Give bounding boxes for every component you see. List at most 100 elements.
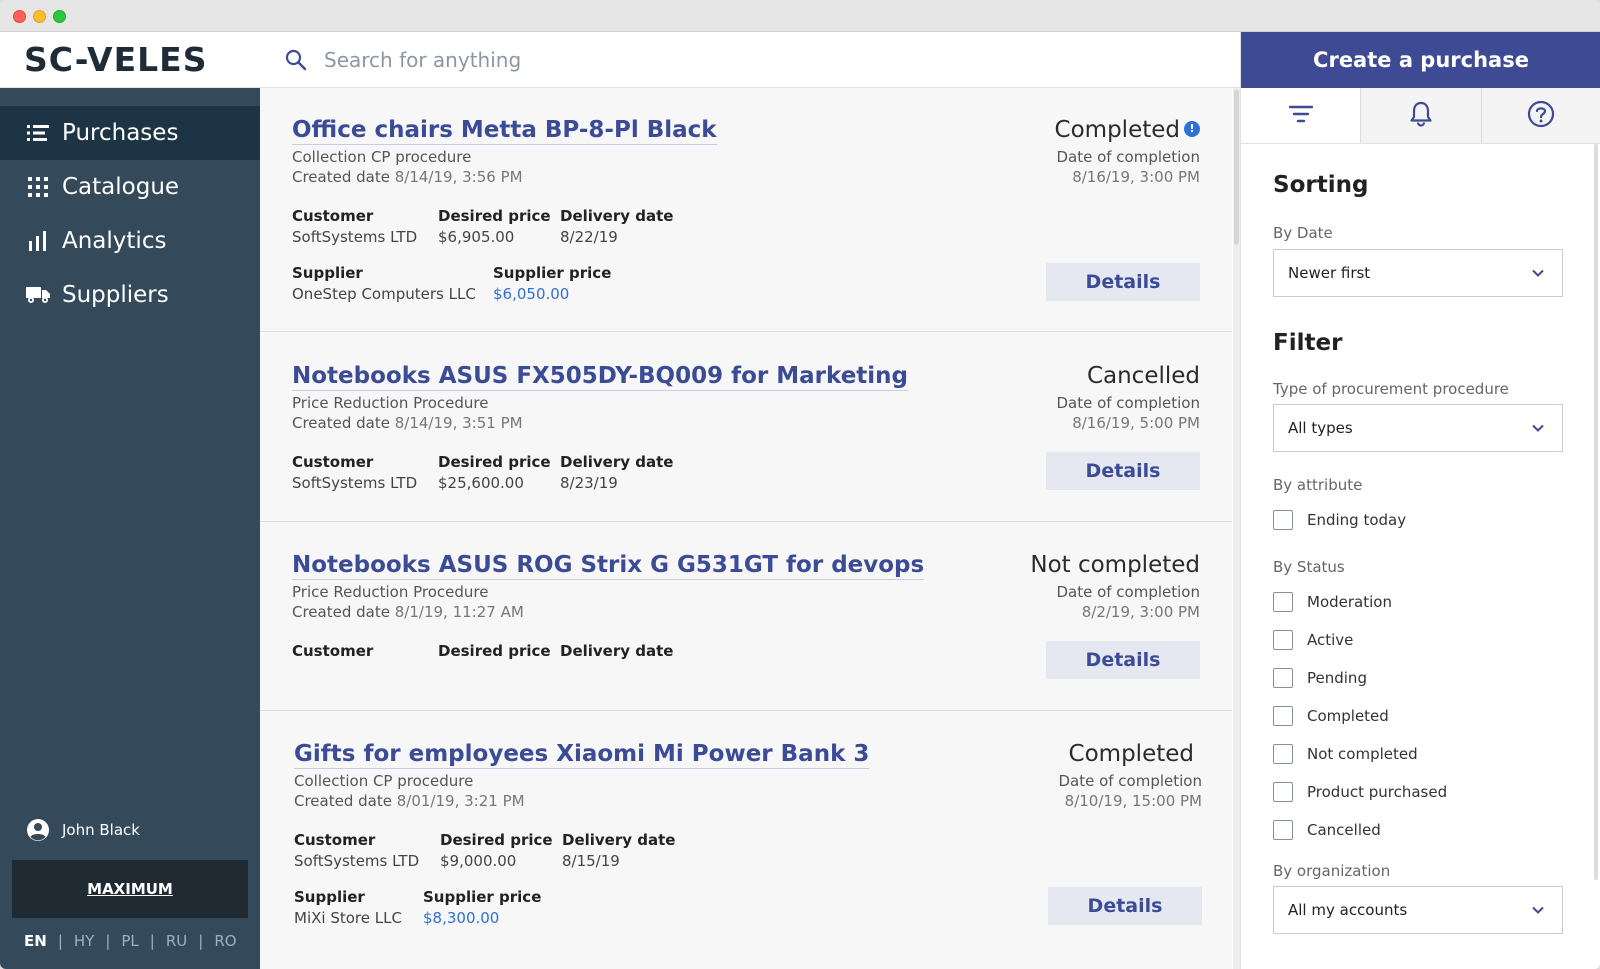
user-profile[interactable]: John Black [26,818,140,842]
sidebar: SC-VELES Purchases Catalogue Analytics S… [0,32,260,969]
desired-price-value: $25,600.00 [438,474,524,492]
tab-help[interactable] [1482,88,1600,143]
field-label: Delivery date [562,831,676,849]
details-button[interactable]: Details [1048,887,1202,925]
delivery-date-field: Delivery date [560,642,673,660]
by-date-label: By Date [1273,224,1333,242]
language-switcher: EN | HY | PL | RU | RO [24,932,237,950]
supplier-price-value[interactable]: $6,050.00 [493,285,611,303]
status-label: Completed [1069,741,1194,767]
search-bar [260,32,1240,88]
created-label: Created date [294,792,392,810]
plan-link[interactable]: MAXIMUM [87,880,173,898]
details-button[interactable]: Details [1046,452,1200,490]
field-label: Delivery date [560,642,674,660]
checkbox-box[interactable] [1273,592,1293,612]
panel-tabs [1241,88,1600,144]
list-scrollbar-thumb[interactable] [1234,90,1239,245]
details-button[interactable]: Details [1046,641,1200,679]
created-date: Created date 8/1/19, 11:27 AM [292,603,524,621]
checkbox-moderation[interactable]: Moderation [1273,592,1392,612]
sidebar-item-purchases[interactable]: Purchases [0,106,260,160]
desired-price-field: Desired price [438,642,551,660]
field-label: Delivery date [560,453,674,471]
checkbox-ending-today[interactable]: Ending today [1273,510,1406,530]
checkbox-box[interactable] [1273,782,1293,802]
plan-badge[interactable]: MAXIMUM [12,860,248,918]
supplier-price-value[interactable]: $8,300.00 [423,909,541,927]
sidebar-item-label: Suppliers [62,282,169,308]
purchase-title-link[interactable]: Notebooks ASUS FX505DY-BQ009 for Marketi… [292,363,909,391]
purchase-card: Gifts for employees Xiaomi Mi Power Bank… [260,711,1232,969]
close-window-button[interactable] [13,10,26,23]
supplier-price-field: Supplier price $6,050.00 [493,264,611,303]
status-text: Completed [1054,117,1180,143]
tab-filters[interactable] [1241,88,1362,143]
checkbox-label: Completed [1307,707,1389,725]
created-value: 8/14/19, 3:51 PM [394,414,523,432]
checkbox-active[interactable]: Active [1273,630,1353,650]
purchase-title-link[interactable]: Notebooks ASUS ROG Strix G G531GT for de… [292,552,925,580]
checkbox-completed[interactable]: Completed [1273,706,1389,726]
select-value: Newer first [1288,264,1371,282]
created-date: Created date 8/14/19, 3:56 PM [292,168,523,186]
procedure-type: Collection CP procedure [292,148,472,166]
checkbox-box[interactable] [1273,820,1293,840]
sidebar-item-analytics[interactable]: Analytics [0,214,260,268]
status-text: Cancelled [1086,363,1200,389]
chevron-down-icon [1530,902,1546,918]
checkbox-box[interactable] [1273,630,1293,650]
procedure-type: Price Reduction Procedure [292,394,489,412]
app-logo[interactable]: SC-VELES [24,40,207,79]
sidebar-item-catalogue[interactable]: Catalogue [0,160,260,214]
tab-notifications[interactable] [1361,88,1482,143]
checkbox-box[interactable] [1273,668,1293,688]
by-status-label: By Status [1273,558,1345,576]
organization-select[interactable]: All my accounts [1273,886,1563,934]
sidebar-item-suppliers[interactable]: Suppliers [0,268,260,322]
panel-scrollbar[interactable] [1594,144,1598,880]
field-label: Delivery date [560,207,674,225]
lang-en[interactable]: EN [24,932,47,950]
procedure-type: Price Reduction Procedure [292,583,489,601]
minimize-window-button[interactable] [33,10,46,23]
search-input[interactable] [324,47,1184,72]
created-label: Created date [292,603,390,621]
created-value: 8/01/19, 3:21 PM [396,792,525,810]
completion-date: 8/10/19, 15:00 PM [1064,792,1202,810]
checkbox-label: Pending [1307,669,1367,687]
purchase-title-link[interactable]: Gifts for employees Xiaomi Mi Power Bank… [294,741,870,769]
checkbox-box[interactable] [1273,510,1293,530]
completion-label: Date of completion [1058,772,1202,790]
help-icon [1527,100,1555,132]
supplier-value: MiXi Store LLC [294,909,402,927]
chevron-down-icon [1530,420,1546,436]
checkbox-pending[interactable]: Pending [1273,668,1367,688]
purchase-title-link[interactable]: Office chairs Metta BP-8-Pl Black [292,117,717,145]
sort-by-date-select[interactable]: Newer first [1273,249,1563,297]
details-button[interactable]: Details [1046,263,1200,301]
procedure-type-select[interactable]: All types [1273,404,1563,452]
lang-ru[interactable]: RU [166,932,187,950]
sidebar-nav: Purchases Catalogue Analytics Suppliers [0,106,260,322]
create-purchase-button[interactable]: Create a purchase [1241,32,1600,88]
sidebar-item-label: Analytics [62,228,167,254]
checkbox-product-purchased[interactable]: Product purchased [1273,782,1447,802]
lang-hy[interactable]: HY [74,932,94,950]
checkbox-box[interactable] [1273,706,1293,726]
by-organization-label: By organization [1273,862,1391,880]
created-date: Created date 8/01/19, 3:21 PM [294,792,525,810]
completion-label: Date of completion [1056,583,1200,601]
checkbox-not-completed[interactable]: Not completed [1273,744,1418,764]
procedure-type-label: Type of procurement procedure [1273,380,1509,398]
checkbox-label: Moderation [1307,593,1392,611]
lang-ro[interactable]: RO [214,932,236,950]
checkbox-cancelled[interactable]: Cancelled [1273,820,1381,840]
lang-pl[interactable]: PL [121,932,138,950]
status-label: Cancelled [1087,363,1200,389]
maximize-window-button[interactable] [53,10,66,23]
status-text: Not completed [1030,552,1200,578]
chevron-down-icon [1530,265,1546,281]
checkbox-box[interactable] [1273,744,1293,764]
purchase-card: Office chairs Metta BP-8-Pl Black Collec… [260,88,1232,332]
